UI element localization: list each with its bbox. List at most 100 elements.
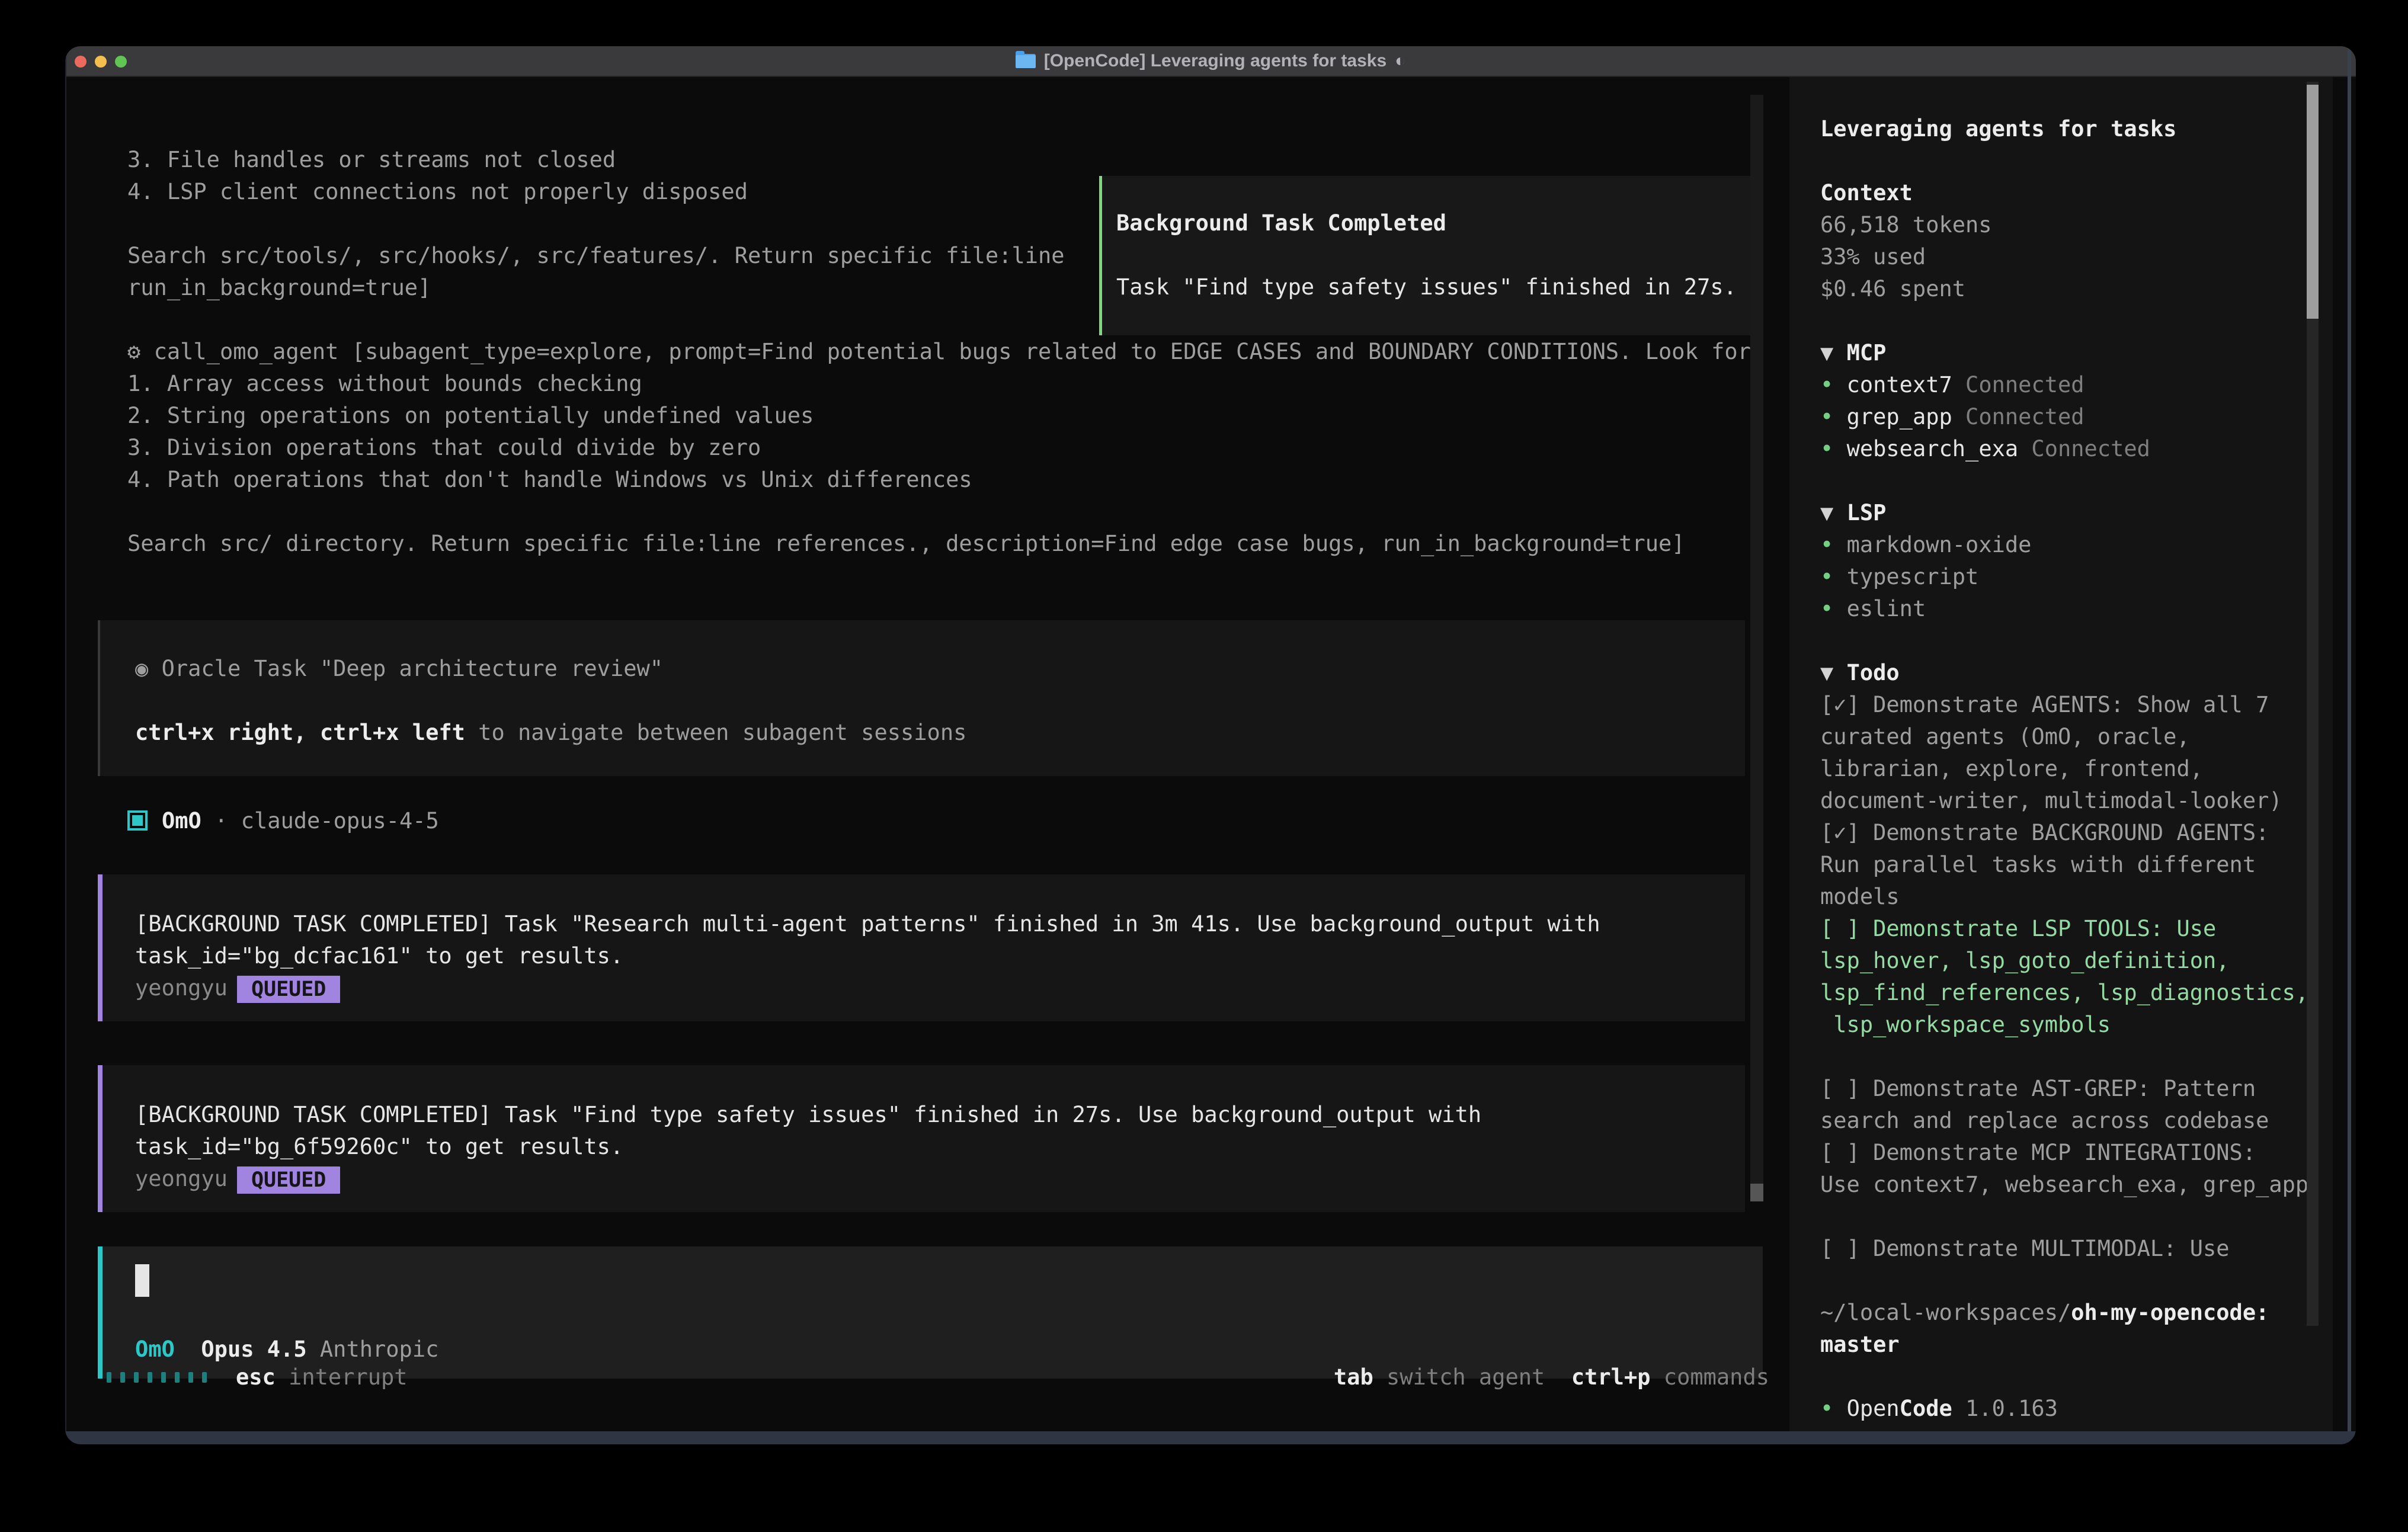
agent-header-row: OmO · claude-opus-4-5 — [127, 805, 439, 836]
text-segment: [ ] Demonstrate MULTIMODAL: Use — [1820, 1236, 2230, 1261]
notification-title: Background Task Completed — [1116, 207, 1755, 239]
terminal-line: 3. Division operations that could divide… — [127, 432, 1751, 464]
scrollbar-thumb[interactable] — [1750, 1184, 1763, 1201]
text-segment: Connected — [1952, 372, 2084, 398]
status-dot-icon: • — [1820, 532, 1847, 557]
terminal-line — [1820, 1201, 2308, 1233]
model-selector-row[interactable]: OmO Opus 4.5 Anthropic — [135, 1334, 438, 1366]
terminal-line: • typescript — [1820, 561, 2308, 593]
text-segment: librarian, explore, frontend, — [1820, 756, 2203, 781]
terminal-line: [ ] Demonstrate LSP TOOLS: Use — [1820, 913, 2308, 945]
message-line: [BACKGROUND TASK COMPLETED] Task "Find t… — [135, 1099, 1745, 1131]
text-segment: [ ] Demonstrate AST-GREP: Pattern — [1820, 1076, 2256, 1101]
terminal-line: Leveraging agents for tasks — [1820, 113, 2308, 145]
sidebar-scrollbar[interactable] — [2307, 82, 2319, 1326]
text-segment: websearch_exa — [1847, 436, 2019, 461]
text-segment: 33% used — [1820, 244, 1926, 270]
input-provider: Anthropic — [307, 1337, 439, 1362]
sidebar-content: Leveraging agents for tasksContext66,518… — [1820, 113, 2308, 1425]
text-segment: oh-my-opencode: — [2071, 1300, 2269, 1325]
text-segment: [✓] Demonstrate BACKGROUND AGENTS: — [1820, 820, 2269, 845]
close-button[interactable] — [75, 56, 87, 68]
titlebar: [OpenCode] Leveraging agents for tasks ◐ — [65, 46, 2356, 77]
keyboard-hints: tab switch agent ctrl+p commands — [1334, 1361, 1769, 1393]
minimize-button[interactable] — [95, 56, 107, 68]
terminal-line: • grep_app Connected — [1820, 401, 2308, 433]
text-segment: 3. File handles or streams not closed — [127, 147, 616, 172]
notification-toast[interactable]: Background Task Completed Task "Find typ… — [1099, 176, 1758, 335]
text-segment: lsp_workspace_symbols — [1820, 1012, 2111, 1037]
status-dot-icon: • — [1820, 372, 1847, 398]
status-dot-icon: • — [1820, 1396, 1847, 1421]
terminal-line: Use context7, websearch_exa, grep_app — [1820, 1169, 2308, 1201]
activity-indicator-icon: ◐ — [1395, 51, 1405, 71]
text-segment: Connected — [2018, 436, 2150, 461]
terminal-line — [1820, 625, 2308, 657]
text-segment: document-writer, multimodal-looker) — [1820, 788, 2282, 813]
text-segment: 4. LSP client connections not properly d… — [127, 179, 748, 204]
status-dot-icon: • — [1820, 564, 1847, 589]
tab-key: tab — [1334, 1364, 1373, 1390]
terminal-line: models — [1820, 881, 2308, 913]
text-segment: typescript — [1847, 564, 1979, 589]
zoom-button[interactable] — [115, 56, 127, 68]
spinner-icon — [107, 1372, 207, 1383]
terminal-line: 33% used — [1820, 241, 2308, 273]
text-segment: call_omo_agent [subagent_type=explore, p… — [154, 339, 1751, 364]
terminal-line: ▼ LSP — [1820, 497, 2308, 529]
input-model-name: Opus 4.5 — [175, 1337, 307, 1362]
window-right-border — [2348, 46, 2351, 1444]
text-segment: Search src/tools/, src/hooks/, src/featu… — [127, 243, 1065, 268]
chevron-down-icon: ▼ — [1820, 500, 1847, 525]
terminal-line: lsp_find_references, lsp_diagnostics, — [1820, 977, 2308, 1009]
text-segment: search and replace across codebase — [1820, 1108, 2269, 1133]
terminal-line — [135, 685, 1745, 717]
chevron-down-icon: ▼ — [1820, 660, 1847, 685]
terminal-line: [ ] Demonstrate MULTIMODAL: Use — [1820, 1233, 2308, 1265]
message-line: [BACKGROUND TASK COMPLETED] Task "Resear… — [135, 908, 1745, 940]
terminal-line: lsp_workspace_symbols — [1820, 1009, 2308, 1041]
terminal-line: master — [1820, 1329, 2308, 1361]
opencode-terminal-window: [OpenCode] Leveraging agents for tasks ◐… — [65, 46, 2356, 1444]
text-segment: master — [1820, 1332, 1900, 1357]
terminal-line: Search src/ directory. Return specific f… — [127, 528, 1751, 560]
terminal-line: [✓] Demonstrate BACKGROUND AGENTS: — [1820, 817, 2308, 849]
author-name: yeongyu — [135, 975, 228, 1001]
ctrlp-label: commands — [1651, 1364, 1769, 1390]
text-segment: models — [1820, 884, 1900, 909]
background-task-message: [BACKGROUND TASK COMPLETED] Task "Find t… — [98, 1065, 1745, 1212]
text-segment: 66,518 tokens — [1820, 212, 1992, 238]
terminal-line — [1820, 305, 2308, 337]
message-line: task_id="bg_dcfac161" to get results. — [135, 940, 1745, 972]
gear-icon: ⚙ — [127, 339, 154, 364]
main-scrollbar[interactable] — [1750, 95, 1763, 1201]
status-badge: QUEUED — [237, 1166, 340, 1194]
terminal-line: librarian, explore, frontend, — [1820, 753, 2308, 785]
text-segment: Oracle Task "Deep architecture review" — [162, 656, 663, 681]
message-input[interactable]: OmO Opus 4.5 Anthropic — [98, 1246, 1763, 1379]
terminal-line: lsp_hover, lsp_goto_definition, — [1820, 945, 2308, 977]
terminal-line: ~/local-workspaces/oh-my-opencode: — [1820, 1297, 2308, 1329]
terminal-line: ctrl+x right, ctrl+x left to navigate be… — [135, 717, 1745, 749]
text-segment: MCP — [1847, 340, 1887, 366]
input-agent-name: OmO — [135, 1337, 175, 1362]
oracle-task-card: ◉ Oracle Task "Deep architecture review"… — [98, 620, 1745, 776]
chevron-down-icon: ▼ — [1820, 340, 1847, 366]
terminal-line: • websearch_exa Connected — [1820, 433, 2308, 465]
terminal-line — [127, 496, 1751, 528]
text-segment: $0.46 spent — [1820, 276, 1965, 302]
text-segment: lsp_find_references, lsp_diagnostics, — [1820, 980, 2308, 1005]
status-dot-icon: • — [1820, 404, 1847, 430]
text-segment: LSP — [1847, 500, 1887, 525]
agent-model: claude-opus-4-5 — [241, 808, 439, 834]
scrollbar-thumb[interactable] — [2307, 85, 2319, 319]
terminal-line: [ ] Demonstrate AST-GREP: Pattern — [1820, 1073, 2308, 1105]
text-segment: [ ] Demonstrate LSP TOOLS: Use — [1820, 916, 2216, 941]
text-segment: lsp_hover, lsp_goto_definition, — [1820, 948, 2230, 973]
terminal-line: 4. Path operations that don't handle Win… — [127, 464, 1751, 496]
window-title-group: [OpenCode] Leveraging agents for tasks ◐ — [1016, 51, 1406, 71]
text-segment: [ ] Demonstrate MCP INTEGRATIONS: — [1820, 1140, 2256, 1165]
terminal-line: 2. String operations on potentially unde… — [127, 400, 1751, 432]
terminal-line — [1820, 1041, 2308, 1073]
terminal-line: 66,518 tokens — [1820, 209, 2308, 241]
